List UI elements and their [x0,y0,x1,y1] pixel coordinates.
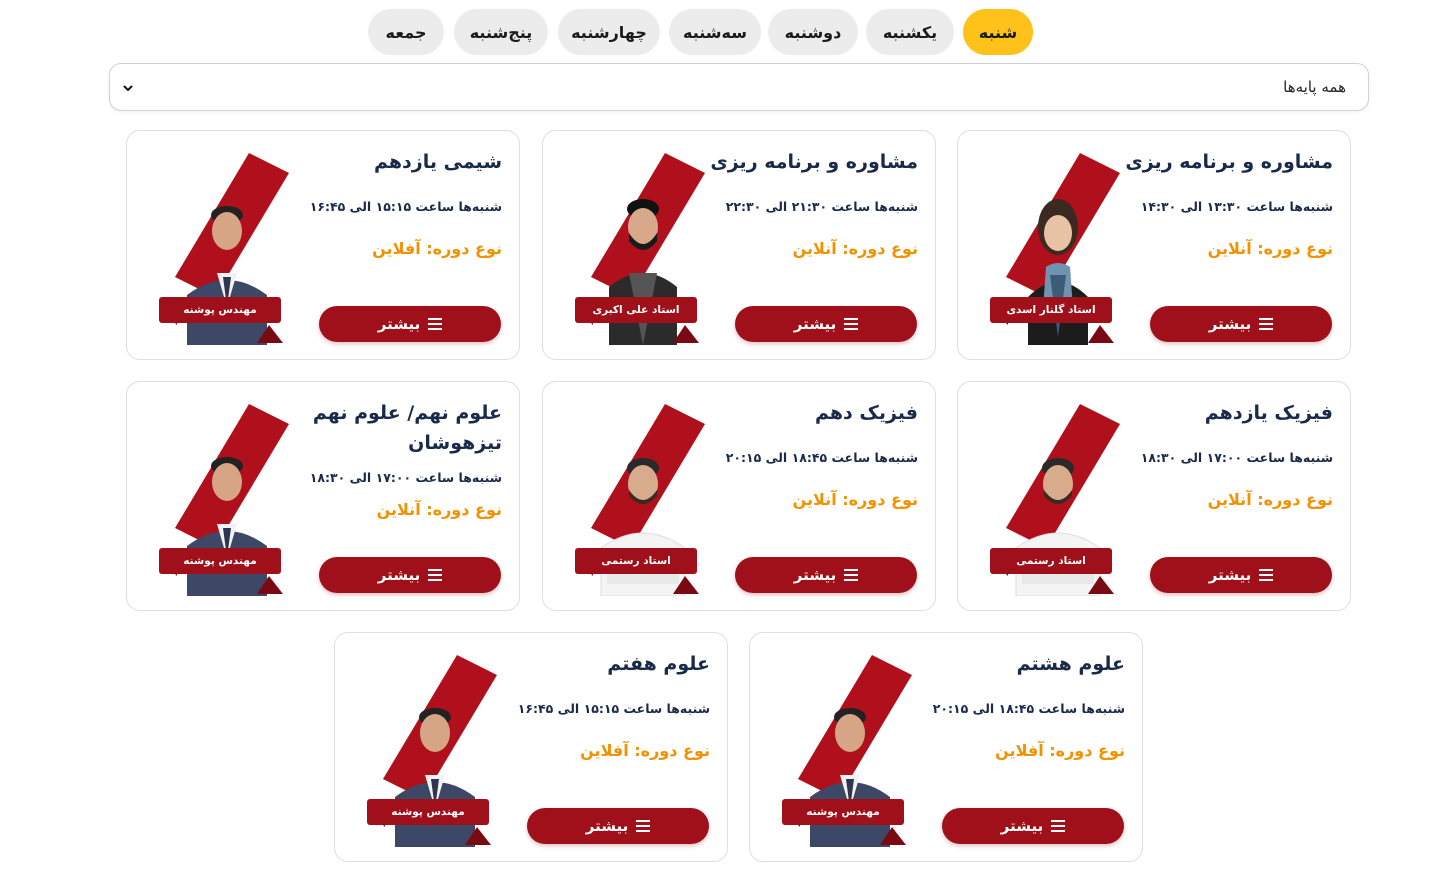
more-button-label: بیشتر [793,566,837,584]
course-time: شنبه‌ها ساعت ۱۳:۳۰ الی ۱۴:۳۰ [1140,199,1333,214]
menu-icon [1259,569,1274,581]
tab-saturday[interactable]: شنبه [963,9,1033,55]
more-button-label: بیشتر [793,315,837,333]
course-time: شنبه‌ها ساعت ۱۸:۴۵ الی ۲۰:۱۵ [725,450,918,465]
teacher-name-tag: مهندس پوشنه [159,548,281,574]
course-card: استاد رستمی فیزیک یازدهم شنبه‌ها ساعت ۱۷… [957,381,1351,611]
course-card: استاد رستمی فیزیک دهم شنبه‌ها ساعت ۱۸:۴۵… [542,381,936,611]
teacher-name-tag: استاد رستمی [990,548,1112,574]
course-card: مهندس پوشنه علوم هفتم شنبه‌ها ساعت ۱۵:۱۵… [334,632,728,862]
course-time: شنبه‌ها ساعت ۱۵:۱۵ الی ۱۶:۴۵ [309,199,502,214]
menu-icon [1051,820,1066,832]
menu-icon [636,820,651,832]
course-title: مشاوره و برنامه ریزی [1125,151,1333,173]
more-button[interactable]: بیشتر [319,306,501,342]
course-type: نوع دوره: آنلاین [376,500,502,519]
more-button-label: بیشتر [585,817,629,835]
teacher-name-tag: استاد رستمی [575,548,697,574]
tab-monday[interactable]: دوشنبه [768,9,858,55]
tab-tuesday[interactable]: سه‌شنبه [669,9,761,55]
course-card: مهندس پوشنه شیمی یازدهم شنبه‌ها ساعت ۱۵:… [126,130,520,360]
tab-sunday[interactable]: یکشنبه [866,9,954,55]
teacher-name-tag: استاد علی اکبری [575,297,697,323]
menu-icon [844,318,859,330]
more-button-label: بیشتر [1208,566,1252,584]
more-button-label: بیشتر [377,315,421,333]
course-card: مهندس پوشنه علوم هشتم شنبه‌ها ساعت ۱۸:۴۵… [749,632,1143,862]
course-type: نوع دوره: آنلاین [1207,490,1333,509]
course-title: فیزیک دهم [814,402,918,424]
more-button-label: بیشتر [1000,817,1044,835]
more-button[interactable]: بیشتر [527,808,709,844]
teacher-name-tag: استاد گلنار اسدی [990,297,1112,323]
course-time: شنبه‌ها ساعت ۱۷:۰۰ الی ۱۸:۳۰ [1140,450,1333,465]
menu-icon [428,318,443,330]
teacher-name-tag: مهندس پوشنه [159,297,281,323]
more-button-label: بیشتر [377,566,421,584]
teacher-name-tag: مهندس پوشنه [782,799,904,825]
course-title: فیزیک یازدهم [1204,402,1333,424]
course-card: استاد علی اکبری مشاوره و برنامه ریزی شنب… [542,130,936,360]
course-title: شیمی یازدهم [373,151,502,173]
more-button[interactable]: بیشتر [942,808,1124,844]
course-type: نوع دوره: آنلاین [792,239,918,258]
more-button[interactable]: بیشتر [1150,557,1332,593]
course-card: استاد گلنار اسدی مشاوره و برنامه ریزی شن… [957,130,1351,360]
menu-icon [428,569,443,581]
course-time: شنبه‌ها ساعت ۱۷:۰۰ الی ۱۸:۳۰ [309,470,502,485]
course-type: نوع دوره: آفلاین [372,239,502,258]
course-type: نوع دوره: آنلاین [792,490,918,509]
grade-select[interactable]: همه پایه‌ها [109,63,1369,111]
chevron-down-icon [123,85,133,92]
more-button-label: بیشتر [1208,315,1252,333]
menu-icon [1259,318,1274,330]
course-card: مهندس پوشنه علوم نهم/ علوم نهم تیزهوشان … [126,381,520,611]
tab-wednesday[interactable]: چهارشنبه [558,9,660,55]
more-button[interactable]: بیشتر [1150,306,1332,342]
more-button[interactable]: بیشتر [735,557,917,593]
course-title: علوم نهم/ علوم نهم تیزهوشان [312,402,502,454]
more-button[interactable]: بیشتر [319,557,501,593]
course-time: شنبه‌ها ساعت ۱۸:۴۵ الی ۲۰:۱۵ [932,701,1125,716]
more-button[interactable]: بیشتر [735,306,917,342]
course-type: نوع دوره: آنلاین [1207,239,1333,258]
tab-friday[interactable]: جمعه [368,9,444,55]
day-tabs: شنبه یکشنبه دوشنبه سه‌شنبه چهارشنبه پنج‌… [0,9,1438,55]
course-title: مشاوره و برنامه ریزی [710,151,918,173]
tab-thursday[interactable]: پنج‌شنبه [454,9,548,55]
menu-icon [844,569,859,581]
grade-select-value: همه پایه‌ها [1283,78,1346,96]
course-type: نوع دوره: آفلاین [580,741,710,760]
teacher-name-tag: مهندس پوشنه [367,799,489,825]
course-time: شنبه‌ها ساعت ۱۵:۱۵ الی ۱۶:۴۵ [517,701,710,716]
course-type: نوع دوره: آفلاین [995,741,1125,760]
course-title: علوم هشتم [1016,653,1125,675]
course-time: شنبه‌ها ساعت ۲۱:۳۰ الی ۲۲:۳۰ [725,199,918,214]
course-title: علوم هفتم [607,653,710,675]
